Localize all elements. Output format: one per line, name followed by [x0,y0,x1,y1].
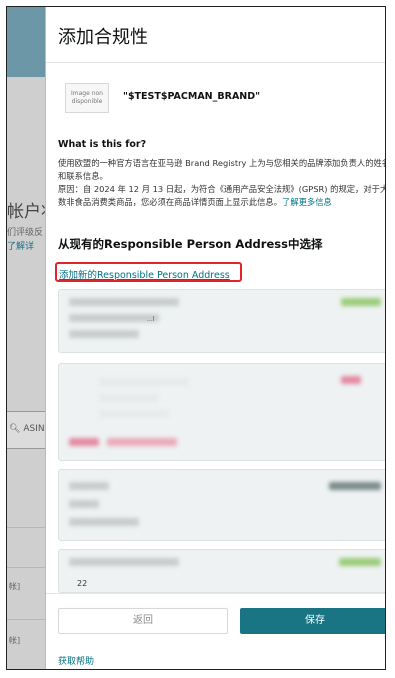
background-heading: 帐户状 [7,202,47,222]
description-line-2-text: 原因：自 2024 年 12 月 13 日起，为符合《通用产品安全法规》(GPS… [58,184,386,207]
background-link: 了解详 [7,242,35,252]
back-button[interactable]: 返回 [58,608,228,634]
background-search-text: ASIN [23,424,45,434]
redacted-text [69,438,99,446]
add-new-address-link[interactable]: 添加新的Responsible Person Address [55,262,242,282]
choose-existing-heading: 从现有的Responsible Person Address中选择 [58,237,323,251]
background-row-text: 帐] [9,636,21,645]
brand-name: "$TEST$PACMAN_BRAND" [123,91,261,102]
search-icon: 🔍︎ [9,424,21,434]
screenshot-frame: 帐户状 们评级反 了解详 🔍︎ ASIN 帐] 帐] 添加合规性 Image n… [6,6,386,670]
address-card[interactable] [58,363,385,461]
card-fragment: ...l [147,316,155,323]
redacted-text [69,482,109,490]
redacted-status [341,298,381,306]
redacted-status [339,558,381,566]
add-new-address-label: 添加新的Responsible Person Address [59,270,230,281]
description-line-1: 使用欧盟的一种官方语言在亚马逊 Brand Registry 上为与您相关的品牌… [58,158,386,181]
compliance-modal: 添加合规性 Image non disponible "$TEST$PACMAN… [45,7,386,669]
background-row-text: 帐] [9,582,21,591]
background-search-field: 🔍︎ ASIN [7,411,47,449]
redacted-text [69,518,139,526]
redacted-text [99,378,189,386]
redacted-text [69,500,99,508]
redacted-text [69,558,179,566]
description-line-2: 原因：自 2024 年 12 月 13 日起，为符合《通用产品安全法规》(GPS… [58,183,386,209]
redacted-status [329,482,381,490]
learn-more-link[interactable]: 了解更多信息 [282,197,332,207]
modal-footer: 返回 保存 获取帮助 [46,593,385,669]
address-card[interactable]: ...l [58,289,385,353]
address-card[interactable]: 22 [58,549,385,593]
background-header [7,7,47,77]
address-card[interactable] [58,469,385,541]
background-divider [7,567,47,568]
description: 使用欧盟的一种官方语言在亚马逊 Brand Registry 上为与您相关的品牌… [58,157,386,209]
redacted-text [69,330,139,338]
card-fragment: 22 [77,579,88,588]
redacted-text [99,410,169,418]
redacted-text [69,298,179,306]
get-help-link[interactable]: 获取帮助 [58,654,94,667]
redacted-text [99,394,159,402]
what-is-this-for-heading: What is this for? [58,139,147,150]
redacted-status [341,376,361,384]
background-divider [7,619,47,620]
modal-title: 添加合规性 [58,27,148,48]
redacted-text [107,438,177,446]
save-button[interactable]: 保存 [240,608,385,634]
redacted-text [69,314,159,322]
background-text: 们评级反 [7,228,44,238]
background-divider [7,527,47,528]
brand-image-placeholder: Image non disponible [65,83,109,113]
title-divider [46,62,385,63]
